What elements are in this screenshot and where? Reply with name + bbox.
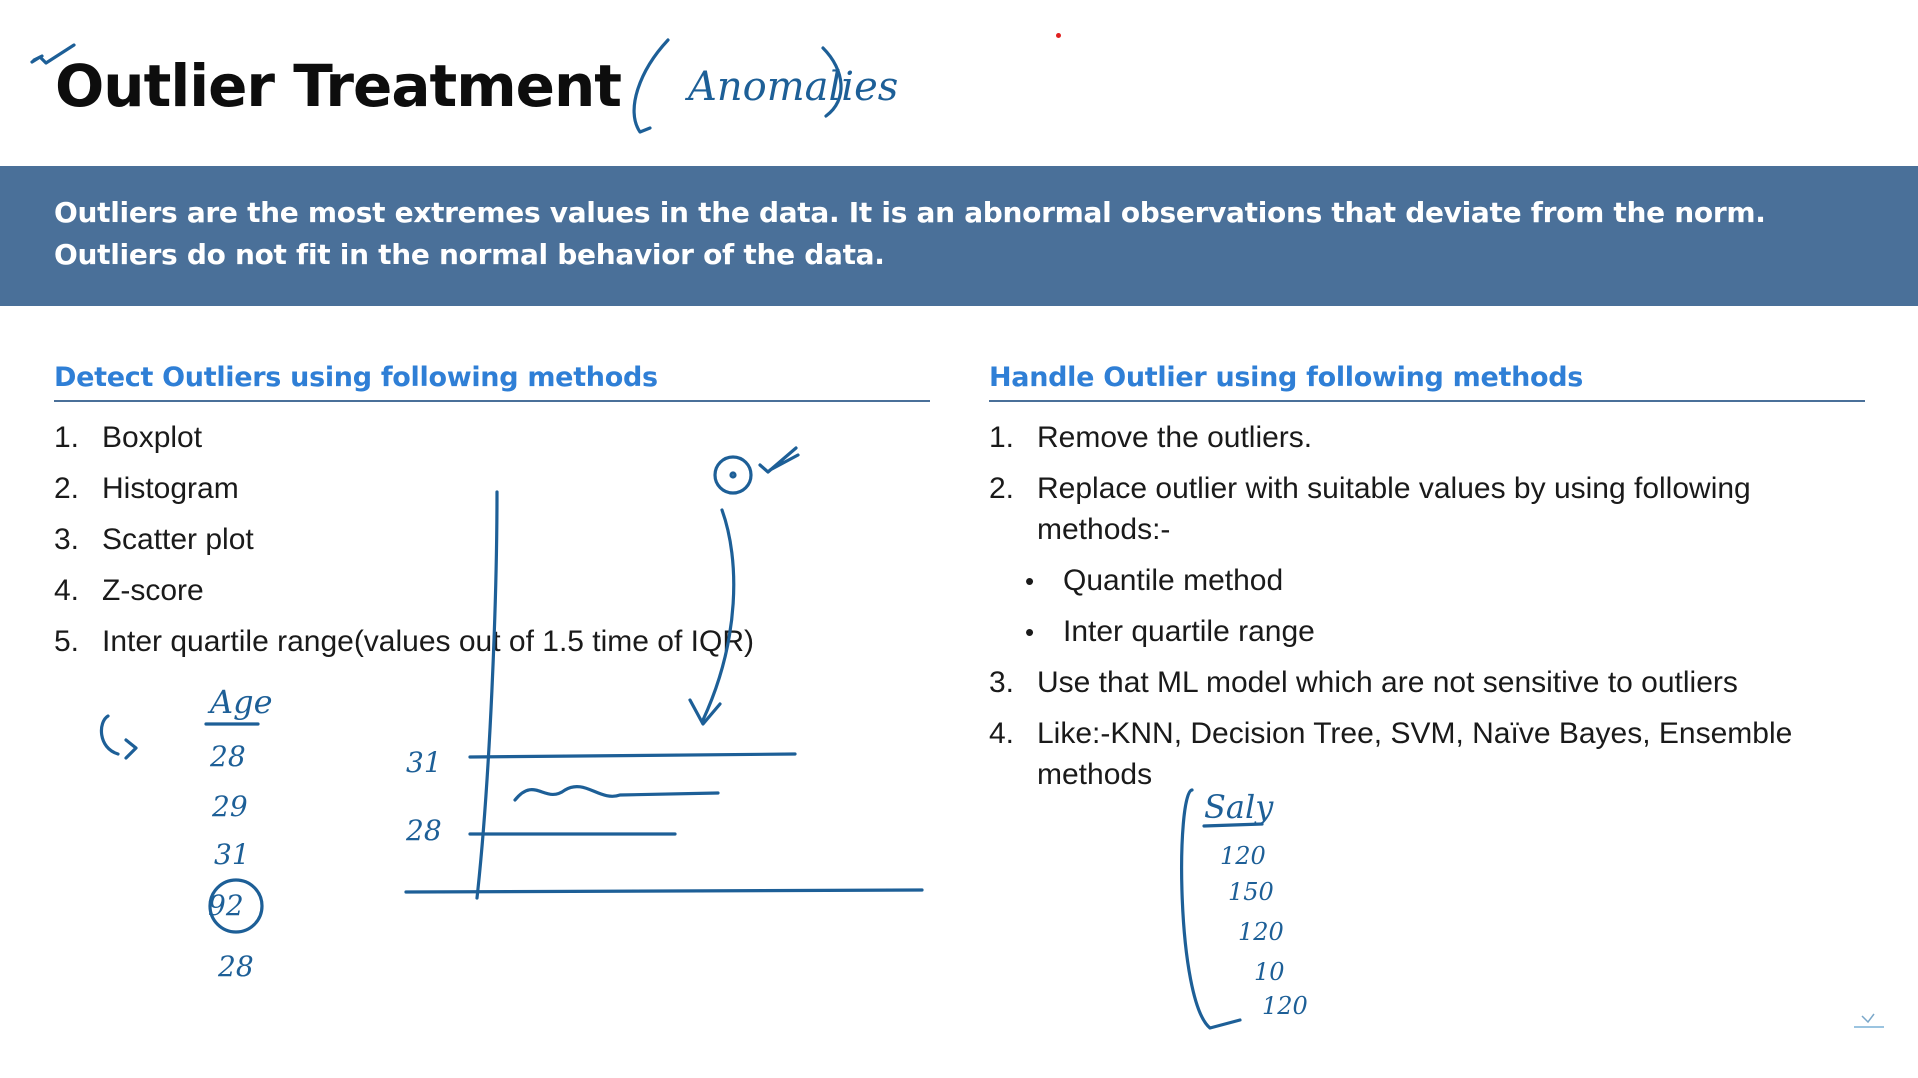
list-number: 5. [54, 625, 80, 658]
axis-label: 31 [406, 746, 442, 779]
list-text-continued: methods:- [1037, 513, 1171, 546]
list-item: 3. Scatter plot [54, 520, 914, 571]
curly-arrow-icon [99, 714, 138, 760]
age-value: 28 [217, 950, 254, 983]
handle-heading-rule [989, 400, 1865, 402]
salary-underline [1202, 822, 1264, 828]
sub-list-text: Quantile method [1063, 564, 1284, 597]
arrow-head [688, 698, 722, 726]
page-title: Outlier Treatment [55, 52, 622, 120]
salary-bracket [1180, 788, 1242, 1030]
list-number: 2. [54, 472, 80, 505]
list-number: 1. [54, 421, 80, 454]
detect-heading: Detect Outliers using following methods [54, 362, 658, 393]
right-paren-stroke [821, 46, 843, 118]
banner-line-2: Outliers do not fit in the normal behavi… [54, 238, 885, 271]
age-value: 28 [209, 740, 246, 773]
list-text: Z-score [102, 574, 204, 607]
anomalies-note: Anomalies [684, 64, 898, 110]
list-number: 2. [989, 472, 1015, 505]
banner-line-1: Outliers are the most extremes values in… [54, 196, 1766, 229]
left-paren-stroke [632, 38, 670, 134]
list-number: 3. [54, 523, 80, 556]
detect-methods-list: 1. Boxplot 2. Histogram 3. Scatter plot … [54, 418, 914, 673]
list-text: Like:-KNN, Decision Tree, SVM, Naïve Bay… [1037, 717, 1793, 750]
list-text: Replace outlier with suitable values by … [1037, 472, 1751, 505]
salary-value: 10 [1254, 958, 1285, 986]
list-text-continued: methods [1037, 758, 1153, 791]
wavy-line [513, 785, 720, 802]
handle-heading: Handle Outlier using following methods [989, 362, 1584, 393]
salary-value: 150 [1228, 878, 1274, 906]
detect-heading-rule [54, 400, 930, 402]
definition-banner: Outliers are the most extremes values in… [0, 166, 1918, 306]
salary-value: 120 [1262, 992, 1308, 1020]
list-text: Remove the outliers. [1037, 421, 1313, 454]
salary-value: 120 [1220, 842, 1266, 870]
axis-label: 28 [405, 814, 442, 847]
sub-list-text: Inter quartile range [1063, 615, 1315, 648]
age-value: 29 [211, 790, 248, 823]
list-item: 2. Histogram [54, 469, 914, 520]
bullet: • [1025, 617, 1035, 647]
list-text: Scatter plot [102, 523, 254, 556]
x-axis-stroke [404, 888, 924, 894]
list-item: 1. Boxplot [54, 418, 914, 469]
level-line-31 [468, 752, 797, 759]
list-item: 4. Z-score [54, 571, 914, 622]
watermark-logo-icon [1854, 1013, 1884, 1028]
pointer-dot [1056, 33, 1061, 38]
list-text: Boxplot [102, 421, 203, 454]
list-number: 3. [989, 666, 1015, 699]
outlier-circle [208, 878, 264, 934]
list-number: 1. [989, 421, 1015, 454]
list-text: Histogram [102, 472, 239, 505]
bullet: • [1025, 566, 1035, 596]
age-value: 92 [208, 889, 244, 922]
age-header: Age [207, 683, 273, 721]
age-value: 31 [214, 838, 250, 871]
salary-header: Saly [1204, 788, 1274, 826]
list-text: Use that ML model which are not sensitiv… [1037, 666, 1738, 699]
list-number: 4. [989, 717, 1015, 750]
list-item: 5. Inter quartile range(values out of 1.… [54, 622, 914, 673]
salary-value: 120 [1238, 918, 1284, 946]
list-text: Inter quartile range(values out of 1.5 t… [102, 625, 754, 658]
list-number: 4. [54, 574, 80, 607]
